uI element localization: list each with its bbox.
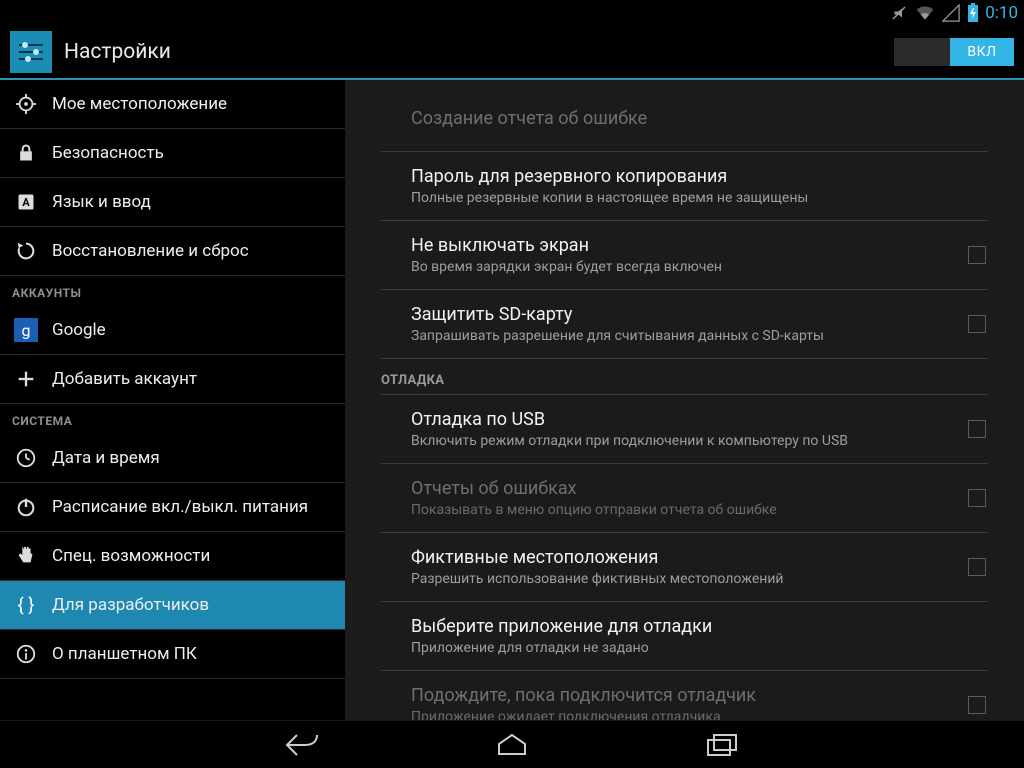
lock-icon (12, 139, 40, 167)
nav-recents-button[interactable] (672, 725, 772, 765)
checkbox[interactable] (968, 489, 986, 507)
sidebar-item-label: Безопасность (52, 143, 164, 163)
pref-title: Фиктивные местоположения (411, 547, 988, 570)
sidebar-category-system: СИСТЕМА (0, 404, 345, 434)
svg-text:{ }: { } (18, 595, 35, 616)
checkbox[interactable] (968, 558, 986, 576)
action-bar: Настройки ВКЛ (0, 26, 1024, 80)
sidebar-item-security[interactable]: Безопасность (0, 129, 345, 178)
pref-select-debug-app[interactable]: Выберите приложение для отладки Приложен… (381, 602, 988, 671)
pref-title: Выберите приложение для отладки (411, 616, 988, 639)
pref-title: Отладка по USB (411, 409, 988, 432)
settings-app-icon (10, 31, 52, 73)
checkbox[interactable] (968, 420, 986, 438)
pref-stay-awake[interactable]: Не выключать экран Во время зарядки экра… (381, 221, 988, 290)
power-icon (12, 493, 40, 521)
target-icon (12, 90, 40, 118)
pref-summary: Приложение для отладки не задано (411, 640, 988, 658)
pref-summary: Приложение ожидает подключения отладчика (411, 709, 988, 720)
pref-title: Пароль для резервного копирования (411, 166, 988, 189)
checkbox[interactable] (968, 696, 986, 714)
sidebar-item-label: Восстановление и сброс (52, 241, 249, 261)
pref-summary: Запрашивать разрешение для считывания да… (411, 328, 988, 346)
sidebar-item-label: О планшетном ПК (52, 644, 197, 664)
sidebar-item-google[interactable]: g Google (0, 306, 345, 355)
toggle-on-label: ВКЛ (950, 38, 1014, 66)
sidebar-item-developer-options[interactable]: { } Для разработчиков (0, 581, 345, 630)
sidebar-item-location[interactable]: Мое местоположение (0, 80, 345, 129)
pref-usb-debug[interactable]: Отладка по USB Включить режим отладки пр… (381, 395, 988, 464)
checkbox[interactable] (968, 315, 986, 333)
nav-back-button[interactable] (252, 725, 352, 765)
checkbox[interactable] (968, 246, 986, 264)
cell-icon (942, 4, 960, 22)
clock-icon (12, 444, 40, 472)
svg-text:A: A (22, 196, 30, 209)
page-title: Настройки (64, 40, 894, 64)
sidebar-item-label: Для разработчиков (52, 595, 209, 615)
pref-title: Не выключать экран (411, 235, 988, 258)
svg-text:g: g (22, 321, 31, 340)
wifi-icon (915, 4, 935, 22)
pref-title: Отчеты об ошибках (411, 478, 988, 501)
sidebar-item-date-time[interactable]: Дата и время (0, 434, 345, 483)
nav-home-button[interactable] (462, 725, 562, 765)
detail-category-debug: ОТЛАДКА (381, 359, 988, 395)
sidebar-item-label: Google (52, 320, 106, 340)
sidebar-item-power-schedule[interactable]: Расписание вкл./выкл. питания (0, 483, 345, 532)
navigation-bar (0, 720, 1024, 768)
status-clock: 0:10 (985, 3, 1018, 23)
sidebar-item-accessibility[interactable]: Спец. возможности (0, 532, 345, 581)
google-icon: g (12, 316, 40, 344)
pref-protect-sd[interactable]: Защитить SD-карту Запрашивать разрешение… (381, 290, 988, 359)
settings-sidebar: Мое местоположение Безопасность A Язык и… (0, 80, 345, 720)
pref-bug-report[interactable]: Создание отчета об ошибке (381, 88, 988, 152)
braces-icon: { } (12, 591, 40, 619)
sidebar-category-accounts: АККАУНТЫ (0, 276, 345, 306)
pref-mock-locations[interactable]: Фиктивные местоположения Разрешить испол… (381, 533, 988, 602)
sidebar-item-label: Мое местоположение (52, 94, 227, 114)
pref-summary: Показывать в меню опцию отправки отчета … (411, 502, 988, 520)
sidebar-item-language[interactable]: A Язык и ввод (0, 178, 345, 227)
pref-summary: Разрешить использование фиктивных местоп… (411, 571, 988, 589)
pref-title: Подождите, пока подключится отладчик (411, 685, 988, 708)
sidebar-item-label: Дата и время (52, 448, 160, 468)
sidebar-item-backup-reset[interactable]: Восстановление и сброс (0, 227, 345, 276)
sidebar-item-label: Язык и ввод (52, 192, 151, 212)
battery-charging-icon (967, 3, 979, 23)
pref-title: Создание отчета об ошибке (411, 108, 988, 131)
pref-title: Защитить SD-карту (411, 304, 988, 327)
hand-icon (12, 542, 40, 570)
pref-summary: Включить режим отладки при подключении к… (411, 433, 988, 451)
detail-pane: Создание отчета об ошибке Пароль для рез… (345, 80, 1024, 720)
sidebar-item-label: Расписание вкл./выкл. питания (52, 497, 308, 517)
sidebar-item-add-account[interactable]: Добавить аккаунт (0, 355, 345, 404)
info-icon (12, 640, 40, 668)
pref-summary: Полные резервные копии в настоящее время… (411, 190, 988, 208)
pref-wait-debugger[interactable]: Подождите, пока подключится отладчик При… (381, 671, 988, 721)
sidebar-item-about-tablet[interactable]: О планшетном ПК (0, 630, 345, 679)
pref-summary: Во время зарядки экран будет всегда вклю… (411, 259, 988, 277)
language-icon: A (12, 188, 40, 216)
master-toggle[interactable]: ВКЛ (894, 38, 1014, 66)
mute-icon (890, 4, 908, 22)
status-bar: 0:10 (0, 0, 1024, 26)
restore-icon (12, 237, 40, 265)
pref-bug-menu[interactable]: Отчеты об ошибках Показывать в меню опци… (381, 464, 988, 533)
sidebar-item-label: Спец. возможности (52, 546, 210, 566)
sidebar-item-label: Добавить аккаунт (52, 369, 197, 389)
pref-backup-password[interactable]: Пароль для резервного копирования Полные… (381, 152, 988, 221)
plus-icon (12, 365, 40, 393)
